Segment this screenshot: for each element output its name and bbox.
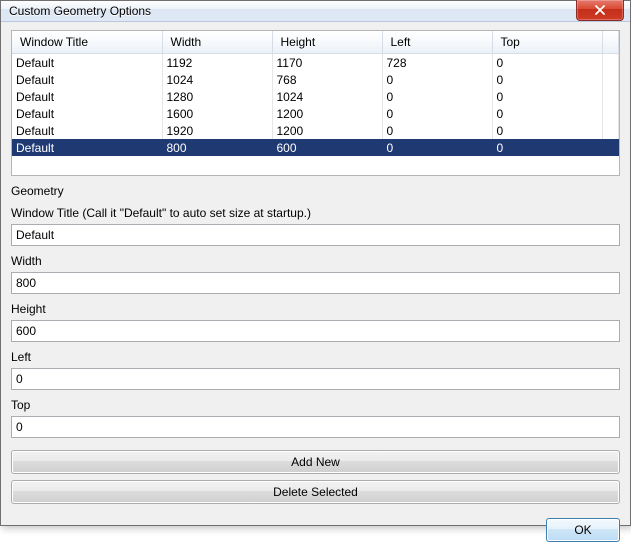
table-header-left[interactable]: Left — [382, 31, 492, 54]
height-input[interactable] — [11, 320, 620, 342]
table-header-row: Window Title Width Height Left Top — [12, 31, 619, 54]
table-header-top[interactable]: Top — [492, 31, 603, 54]
window-title-label: Window Title (Call it "Default" to auto … — [11, 206, 620, 220]
dialog-footer: OK — [11, 518, 620, 542]
action-buttons: Add New Delete Selected — [11, 450, 620, 504]
table-cell: 728 — [382, 54, 492, 72]
table-cell: 1024 — [162, 71, 272, 88]
table-cell: 0 — [382, 139, 492, 156]
table-cell-pad — [603, 88, 619, 105]
table-row[interactable]: Default102476800 — [12, 71, 619, 88]
table-header-width[interactable]: Width — [162, 31, 272, 54]
geometry-table[interactable]: Window Title Width Height Left Top Defau… — [11, 30, 620, 176]
table-cell-pad — [603, 139, 619, 156]
top-input[interactable] — [11, 416, 620, 438]
delete-selected-button[interactable]: Delete Selected — [11, 480, 620, 504]
table-cell: 0 — [492, 139, 603, 156]
table-cell: Default — [12, 139, 162, 156]
close-icon — [594, 5, 606, 15]
table-row[interactable]: Default80060000 — [12, 139, 619, 156]
width-input[interactable] — [11, 272, 620, 294]
left-label: Left — [11, 350, 620, 364]
table-cell: 600 — [272, 139, 382, 156]
table-row[interactable]: Default119211707280 — [12, 54, 619, 72]
table-row[interactable]: Default1280102400 — [12, 88, 619, 105]
table-cell: 800 — [162, 139, 272, 156]
table-cell: 0 — [492, 105, 603, 122]
table-row[interactable]: Default1920120000 — [12, 122, 619, 139]
table-cell: 1170 — [272, 54, 382, 72]
table-cell-pad — [603, 71, 619, 88]
table-cell: 0 — [382, 71, 492, 88]
table-cell-pad — [603, 54, 619, 72]
left-input[interactable] — [11, 368, 620, 390]
table-header-scrollgutter — [603, 31, 619, 54]
table-cell: 0 — [492, 71, 603, 88]
table-cell: 1200 — [272, 122, 382, 139]
height-label: Height — [11, 302, 620, 316]
width-label: Width — [11, 254, 620, 268]
table-cell-pad — [603, 122, 619, 139]
titlebar: Custom Geometry Options — [1, 1, 630, 22]
table-cell: 1200 — [272, 105, 382, 122]
table-cell: 768 — [272, 71, 382, 88]
table-cell: Default — [12, 122, 162, 139]
top-label: Top — [11, 398, 620, 412]
table-cell: Default — [12, 54, 162, 72]
table-cell: Default — [12, 105, 162, 122]
close-button[interactable] — [576, 0, 624, 21]
dialog-window: Custom Geometry Options Window Title Wid… — [0, 0, 631, 526]
table-cell: 0 — [492, 122, 603, 139]
titlebar-title: Custom Geometry Options — [9, 4, 151, 18]
titlebar-buttons — [576, 1, 630, 21]
table-header-window-title[interactable]: Window Title — [12, 31, 162, 54]
add-new-button[interactable]: Add New — [11, 450, 620, 474]
table-cell-pad — [603, 105, 619, 122]
window-title-input[interactable] — [11, 224, 620, 246]
table-header-height[interactable]: Height — [272, 31, 382, 54]
geometry-section-label: Geometry — [11, 184, 620, 198]
ok-button[interactable]: OK — [546, 518, 620, 542]
client-area: Window Title Width Height Left Top Defau… — [1, 22, 630, 552]
table-cell: 0 — [382, 122, 492, 139]
table-cell: Default — [12, 71, 162, 88]
table-cell: 0 — [492, 88, 603, 105]
table-cell: Default — [12, 88, 162, 105]
table-cell: 0 — [382, 105, 492, 122]
table-cell: 0 — [382, 88, 492, 105]
table-cell: 0 — [492, 54, 603, 72]
table-cell: 1280 — [162, 88, 272, 105]
table-row[interactable]: Default1600120000 — [12, 105, 619, 122]
table-cell: 1024 — [272, 88, 382, 105]
table-cell: 1920 — [162, 122, 272, 139]
table-cell: 1600 — [162, 105, 272, 122]
table-cell: 1192 — [162, 54, 272, 72]
